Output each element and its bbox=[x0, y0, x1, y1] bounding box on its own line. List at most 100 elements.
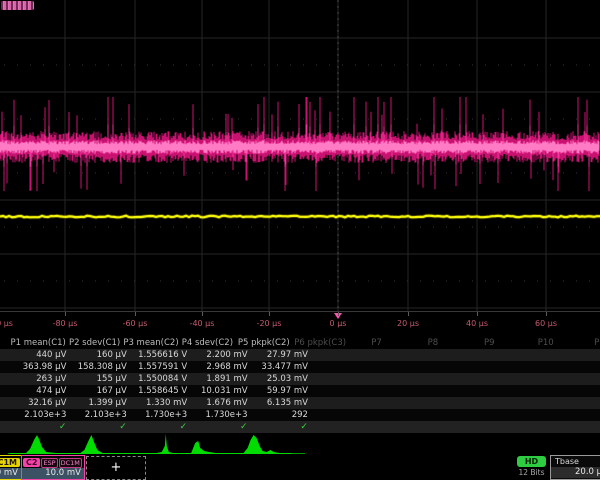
axis-tick bbox=[338, 312, 339, 316]
measure-cell: 160 µV bbox=[70, 349, 130, 361]
axis-tick-label: 60 µs bbox=[535, 319, 557, 328]
measure-cell bbox=[372, 409, 432, 421]
add-trace-button[interactable]: + bbox=[86, 456, 146, 480]
hd-mode-badge[interactable]: HD bbox=[517, 456, 546, 467]
measure-header-P8[interactable]: P8 bbox=[405, 337, 461, 349]
c2-esp-badge: ESP bbox=[41, 458, 57, 468]
measure-header-P9[interactable]: P9 bbox=[461, 337, 517, 349]
channel-c2-descriptor[interactable]: C2 ESP DC1M 10.0 mV bbox=[21, 455, 85, 480]
measurement-histicons bbox=[0, 433, 600, 456]
axis-tick bbox=[65, 312, 66, 316]
measure-cell: 32.16 µV bbox=[10, 397, 70, 409]
measure-header-P4[interactable]: P4 sdev(C2) bbox=[179, 337, 235, 349]
c2-scale-value: 10.0 mV bbox=[22, 468, 84, 479]
top-left-pink-badge bbox=[1, 1, 34, 10]
waveform-grid bbox=[0, 0, 600, 312]
axis-tick bbox=[546, 312, 547, 316]
measure-header-P2[interactable]: P2 sdev(C1) bbox=[66, 337, 122, 349]
measure-cell bbox=[554, 373, 600, 385]
measure-cell: 1.676 mV bbox=[191, 397, 251, 409]
channel-c1-descriptor[interactable]: DC1M 10.0 mV bbox=[0, 455, 22, 480]
axis-tick bbox=[408, 312, 409, 316]
measure-cell bbox=[372, 349, 432, 361]
measure-cell bbox=[433, 361, 493, 373]
measure-cell: 59.97 mV bbox=[252, 385, 312, 397]
timebase-label: Tbase bbox=[551, 456, 600, 467]
measure-cell bbox=[372, 361, 432, 373]
axis-tick-label: -40 µs bbox=[190, 319, 215, 328]
measure-cell: 2.200 mV bbox=[191, 349, 251, 361]
measure-cell bbox=[372, 397, 432, 409]
timebase-axis: -100 µs-80 µs-60 µs-40 µs-20 µs0 µs20 µs… bbox=[0, 311, 600, 338]
measure-cell: 1.550084 V bbox=[131, 373, 191, 385]
measure-header-P1[interactable]: P1 mean(C1) bbox=[10, 337, 66, 349]
axis-tick bbox=[269, 312, 270, 316]
measure-header-P6[interactable]: P6 pkpk(C3) bbox=[292, 337, 348, 349]
measure-cell: 33.477 mV bbox=[252, 361, 312, 373]
measure-cell: 1.330 mV bbox=[131, 397, 191, 409]
measure-cell: 1.891 mV bbox=[191, 373, 251, 385]
measure-header-P5[interactable]: P5 pkpk(C2) bbox=[236, 337, 292, 349]
status-check-icon bbox=[372, 421, 432, 433]
measure-cell: 2.103e+3 bbox=[10, 409, 70, 421]
measure-cell: 1.730e+3 bbox=[131, 409, 191, 421]
c1-scale-value: 10.0 mV bbox=[0, 468, 21, 479]
status-check-icon: ✓ bbox=[131, 421, 191, 433]
measure-cell: 474 µV bbox=[10, 385, 70, 397]
timebase-descriptor[interactable]: Tbase 20.0 µs bbox=[550, 455, 600, 480]
measure-cell: 158.308 µV bbox=[70, 361, 130, 373]
measure-cell bbox=[554, 409, 600, 421]
measure-cell bbox=[433, 373, 493, 385]
status-check-icon: ✓ bbox=[252, 421, 312, 433]
axis-tick-label: -60 µs bbox=[123, 319, 148, 328]
axis-tick-label: -100 µs bbox=[0, 319, 13, 328]
measure-cell bbox=[554, 397, 600, 409]
hd-bits-label: 12 Bits bbox=[511, 468, 552, 477]
measure-cell bbox=[554, 361, 600, 373]
oscilloscope-screen: -100 µs-80 µs-60 µs-40 µs-20 µs0 µs20 µs… bbox=[0, 0, 600, 480]
measure-header-P7[interactable]: P7 bbox=[348, 337, 404, 349]
measure-cell bbox=[433, 409, 493, 421]
axis-tick bbox=[202, 312, 203, 316]
measure-header-P11[interactable]: P11 bbox=[574, 337, 600, 349]
measure-cell bbox=[372, 373, 432, 385]
c1-coupling-badge: DC1M bbox=[0, 458, 20, 467]
measure-cell: 1.556616 V bbox=[131, 349, 191, 361]
measure-cell bbox=[312, 409, 372, 421]
status-check-icon: ✓ bbox=[10, 421, 70, 433]
measure-cell: 2.103e+3 bbox=[70, 409, 130, 421]
measure-cell: 292 bbox=[252, 409, 312, 421]
measure-cell: 1.399 µV bbox=[70, 397, 130, 409]
status-check-icon bbox=[312, 421, 372, 433]
measure-cell: 6.135 mV bbox=[252, 397, 312, 409]
measure-cell: 2.968 mV bbox=[191, 361, 251, 373]
measure-cell bbox=[493, 385, 553, 397]
measure-cell: 27.97 mV bbox=[252, 349, 312, 361]
c2-coupling-badge: DC1M bbox=[59, 458, 82, 468]
status-check-icon: ✓ bbox=[191, 421, 251, 433]
c2-channel-badge: C2 bbox=[23, 458, 40, 467]
axis-tick-label: -20 µs bbox=[257, 319, 282, 328]
measure-cell bbox=[312, 397, 372, 409]
axis-tick bbox=[135, 312, 136, 316]
axis-tick-label: 0 µs bbox=[330, 319, 347, 328]
measure-cell: 1.730e+3 bbox=[191, 409, 251, 421]
measure-cell bbox=[312, 349, 372, 361]
measure-cell: 155 µV bbox=[70, 373, 130, 385]
measure-cell bbox=[372, 385, 432, 397]
measurement-table: P1 mean(C1)P2 sdev(C1)P3 mean(C2)P4 sdev… bbox=[0, 337, 600, 433]
status-check-icon: ✓ bbox=[70, 421, 130, 433]
measure-cell: 263 µV bbox=[10, 373, 70, 385]
measure-header-P3[interactable]: P3 mean(C2) bbox=[123, 337, 179, 349]
measure-cell: 1.557591 V bbox=[131, 361, 191, 373]
measure-cell bbox=[312, 385, 372, 397]
measure-cell: 1.558645 V bbox=[131, 385, 191, 397]
measure-cell: 440 µV bbox=[10, 349, 70, 361]
measure-cell bbox=[433, 397, 493, 409]
measure-cell bbox=[433, 385, 493, 397]
measure-cell: 25.03 mV bbox=[252, 373, 312, 385]
measure-cell bbox=[554, 385, 600, 397]
status-check-icon bbox=[493, 421, 553, 433]
measure-header-P10[interactable]: P10 bbox=[518, 337, 574, 349]
status-check-icon bbox=[554, 421, 600, 433]
